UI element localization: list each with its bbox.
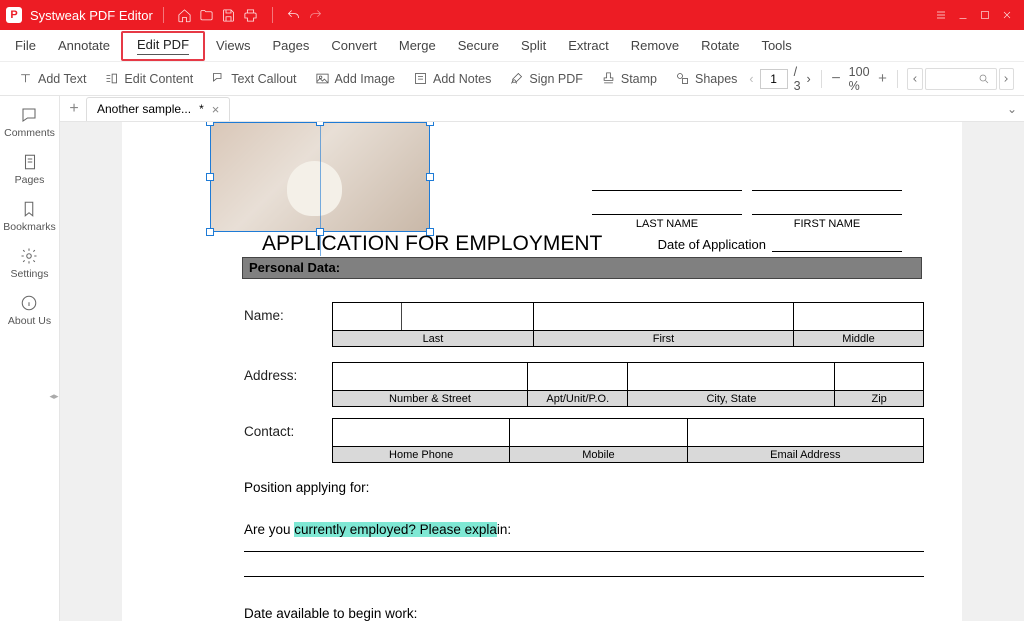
page-navigator: ‹ / 3 › [749,65,810,93]
sidebar-pages[interactable]: Pages [15,153,45,186]
menu-secure[interactable]: Secure [447,32,510,59]
menu-merge[interactable]: Merge [388,32,447,59]
menu-pages[interactable]: Pages [261,32,320,59]
stamp-button[interactable]: Stamp [593,67,665,90]
address-field-label: Address: [244,362,332,383]
page-total: / 3 [794,65,801,93]
scroll-left-button[interactable] [907,68,922,90]
contact-field-grid: Home PhoneMobileEmail Address [332,418,924,463]
menu-file[interactable]: File [4,32,47,59]
menu-edit-pdf[interactable]: Edit PDF [121,31,205,61]
tab-title: Another sample... [97,102,191,116]
menu-rotate[interactable]: Rotate [690,32,750,59]
search-icon [978,73,990,85]
zoom-out-icon[interactable]: − [831,70,840,88]
sidebar-bookmarks[interactable]: Bookmarks [3,200,56,233]
sidebar-settings[interactable]: Settings [11,247,49,280]
app-logo-icon: P [6,7,22,23]
title-bar: P Systweak PDF Editor [0,0,1024,30]
section-header-personal: Personal Data: [242,257,922,279]
menu-remove[interactable]: Remove [620,32,690,59]
scroll-right-button[interactable] [999,68,1014,90]
currently-employed-question: Are you currently employed? Please expla… [244,522,924,577]
left-sidebar: Comments Pages Bookmarks Settings About … [0,96,60,621]
menu-tools[interactable]: Tools [750,32,802,59]
name-field-grid: LastFirstMiddle [332,302,924,347]
resize-handle[interactable] [206,122,214,126]
menu-views[interactable]: Views [205,32,261,59]
sidebar-collapse-handle[interactable]: ◂▸ [49,381,59,411]
close-icon[interactable] [996,4,1018,26]
date-available-label: Date available to begin work: [244,606,924,621]
new-tab-button[interactable]: + [62,101,86,117]
save-icon[interactable] [218,4,240,26]
resize-handle[interactable] [206,173,214,181]
resize-handle[interactable] [206,228,214,236]
text-callout-button[interactable]: Text Callout [203,67,304,90]
undo-icon[interactable] [283,4,305,26]
edit-content-button[interactable]: Edit Content [96,67,201,90]
document-tab[interactable]: Another sample... * × [86,97,230,121]
sign-pdf-button[interactable]: Sign PDF [501,67,591,90]
print-icon[interactable] [240,4,262,26]
sidebar-about[interactable]: About Us [8,294,51,327]
date-of-application-label: Date of Application [658,237,766,252]
maximize-icon[interactable] [974,4,996,26]
shapes-button[interactable]: Shapes [667,67,745,90]
zoom-in-icon[interactable]: + [878,70,887,87]
sidebar-comments[interactable]: Comments [4,106,55,139]
field-first-name-label: FIRST NAME [752,218,902,230]
menu-convert[interactable]: Convert [320,32,388,59]
contact-field-label: Contact: [244,418,332,439]
document-canvas[interactable]: LAST NAME FIRST NAME APPLICATION FOR EMP… [60,122,1024,621]
menu-extract[interactable]: Extract [557,32,619,59]
add-text-button[interactable]: Add Text [10,67,94,90]
field-last-name-label: LAST NAME [592,218,742,230]
search-input[interactable] [925,68,997,90]
menu-split[interactable]: Split [510,32,557,59]
tab-dirty-indicator: * [199,102,204,116]
address-field-grid: Number & StreetApt/Unit/P.O.City, StateZ… [332,362,924,407]
open-folder-icon[interactable] [196,4,218,26]
resize-handle[interactable] [426,173,434,181]
prev-page-icon[interactable]: ‹ [749,72,753,86]
zoom-level: 100 % [849,65,870,93]
name-field-label: Name: [244,302,332,323]
menu-annotate[interactable]: Annotate [47,32,121,59]
menu-bar: File Annotate Edit PDF Views Pages Conve… [0,30,1024,62]
home-icon[interactable] [174,4,196,26]
minimize-icon[interactable] [952,4,974,26]
tabs-overflow-button[interactable]: ⌄ [1000,102,1024,116]
resize-handle[interactable] [426,122,434,126]
app-title: Systweak PDF Editor [30,8,153,23]
position-applying-label: Position applying for: [244,480,924,495]
redo-icon[interactable] [305,4,327,26]
resize-handle[interactable] [316,122,324,126]
form-title: APPLICATION FOR EMPLOYMENT [262,232,602,256]
add-notes-button[interactable]: Add Notes [405,67,499,90]
add-image-button[interactable]: Add Image [307,67,403,90]
tab-close-icon[interactable]: × [212,102,220,117]
pdf-page: LAST NAME FIRST NAME APPLICATION FOR EMP… [122,122,962,621]
selected-image-object[interactable] [210,122,430,232]
edit-toolbar: Add Text Edit Content Text Callout Add I… [0,62,1024,96]
document-tabs: + Another sample... * × ⌄ [60,96,1024,122]
hamburger-icon[interactable] [930,4,952,26]
next-page-icon[interactable]: › [807,72,811,86]
page-number-input[interactable] [760,69,788,89]
